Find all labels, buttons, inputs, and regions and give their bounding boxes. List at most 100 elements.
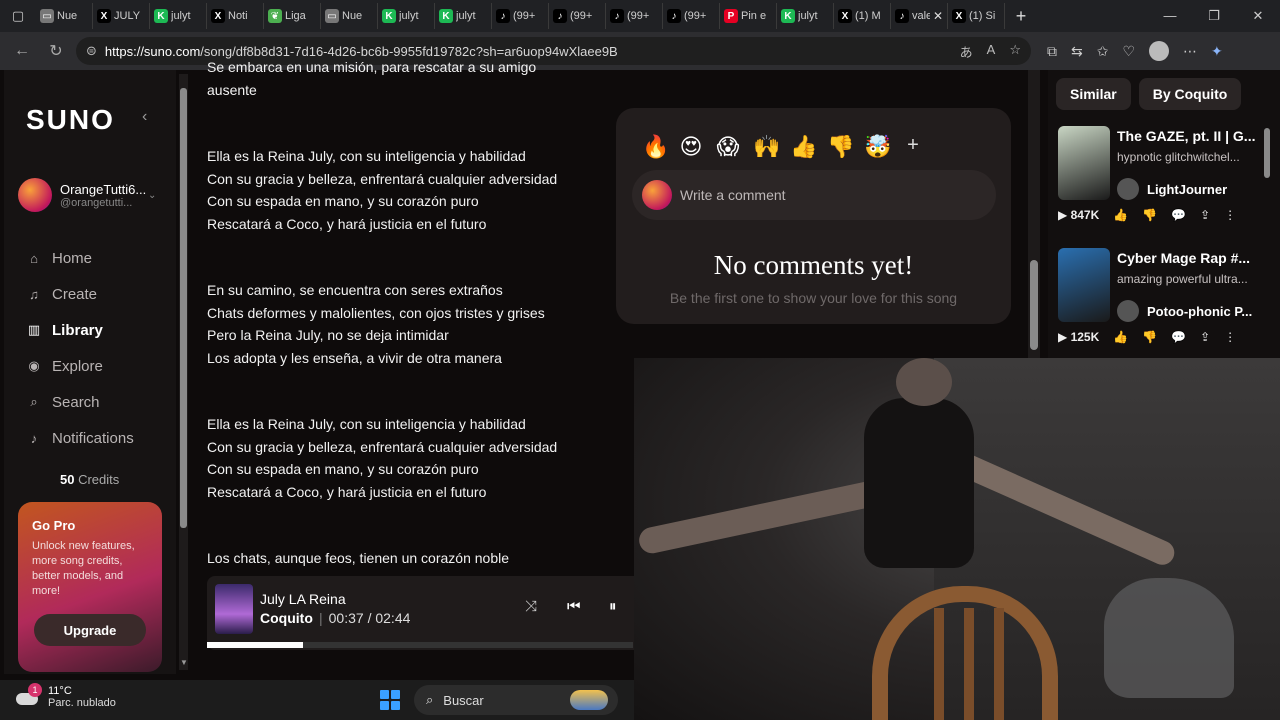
close-window-icon[interactable]: ✕ [1236, 8, 1280, 24]
comment-input[interactable]: Write a comment [632, 170, 996, 220]
collapse-sidebar-icon[interactable]: ‹ [142, 108, 147, 126]
browser-tab[interactable]: Kjulyt [435, 3, 492, 29]
user-profile[interactable]: OrangeTutti6... @orangetutti... [18, 178, 146, 212]
chevron-down-icon[interactable]: ⌄ [148, 190, 156, 201]
more-options-icon[interactable]: ⋮ [1224, 330, 1236, 344]
reaction-emoji-icon[interactable]: 🤯 [864, 134, 891, 160]
comment-icon[interactable]: 💬 [1171, 330, 1186, 344]
reaction-emoji-icon[interactable]: 👎 [827, 134, 854, 160]
browser-tab[interactable]: ♪valer✕ [891, 3, 948, 29]
related-song-author[interactable]: Potoo-phonic P... [1117, 300, 1252, 322]
tab-label: Liga [285, 10, 306, 22]
player-song-title[interactable]: July LA Reina [260, 591, 346, 607]
new-tab-button[interactable]: + [1005, 6, 1037, 27]
suno-logo[interactable]: SUNO [26, 104, 115, 136]
browser-tab[interactable]: P Pin e [720, 3, 777, 29]
doc-favicon-icon: ▭ [40, 9, 54, 23]
share-icon[interactable]: ⇪ [1200, 330, 1210, 344]
right-panel-scrollbar[interactable] [1264, 128, 1270, 178]
song-cover[interactable] [215, 584, 253, 634]
browser-tab[interactable]: ♪ (99+ [549, 3, 606, 29]
favorite-star-icon[interactable]: ☆ [1009, 42, 1021, 61]
back-icon[interactable]: ← [8, 37, 36, 65]
more-menu-icon[interactable]: ⋯ [1183, 43, 1197, 60]
progress-bar[interactable] [207, 642, 633, 648]
tab-actions-icon[interactable]: ▢ [0, 0, 36, 32]
tab-similar[interactable]: Similar [1056, 78, 1131, 110]
like-icon[interactable]: 👍 [1113, 330, 1128, 344]
browser-tab[interactable]: Kjulyt [777, 3, 834, 29]
reaction-emoji-icon[interactable]: 😱 [716, 134, 740, 160]
add-reaction-icon[interactable]: + [901, 134, 925, 160]
X-favicon-icon: X [952, 9, 966, 23]
pause-icon[interactable]: ⏸ [609, 598, 617, 615]
windows-start-icon[interactable] [380, 690, 400, 710]
comment-icon[interactable]: 💬 [1171, 208, 1186, 222]
upgrade-button[interactable]: Upgrade [34, 614, 146, 646]
browser-tab[interactable]: ♪ (99+ [606, 3, 663, 29]
split-screen-icon[interactable]: ⇆ [1071, 43, 1083, 60]
read-aloud-icon[interactable]: A [987, 42, 996, 61]
dislike-icon[interactable]: 👎 [1142, 330, 1157, 344]
reaction-emoji-icon[interactable]: 🔥 [642, 134, 669, 160]
share-icon[interactable]: ⇪ [1200, 208, 1210, 222]
play-icon[interactable]: ▶ 847K [1058, 208, 1099, 222]
browser-tab[interactable]: ❦ Liga [264, 3, 321, 29]
related-song-title[interactable]: The GAZE, pt. II | G... [1117, 128, 1277, 144]
song-thumbnail[interactable] [1058, 126, 1110, 200]
like-icon[interactable]: 👍 [1113, 208, 1128, 222]
browser-tab[interactable]: Kjulyt [150, 3, 207, 29]
sidebar-scrollbar[interactable] [179, 74, 188, 670]
shuffle-icon[interactable]: ⤨ [525, 598, 537, 615]
sidebar-item-library[interactable]: ▥ Library [26, 312, 134, 348]
dislike-icon[interactable]: 👎 [1142, 208, 1157, 222]
health-icon[interactable]: ♡ [1122, 43, 1135, 60]
sidebar-item-notifications[interactable]: ♪ Notifications [26, 420, 134, 456]
search-icon: ⌕ [30, 394, 38, 409]
browser-tab[interactable]: ♪ (99+ [663, 3, 720, 29]
avatar [1117, 178, 1139, 200]
related-song-title[interactable]: Cyber Mage Rap #... [1117, 250, 1277, 266]
search-icon: ⌕ [426, 692, 434, 707]
browser-tab[interactable]: X (1) M [834, 3, 891, 29]
browser-tab[interactable]: X JULY [93, 3, 150, 29]
tab-by-artist[interactable]: By Coquito [1138, 78, 1242, 110]
favorites-icon[interactable]: ✩ [1097, 43, 1109, 60]
song-thumbnail[interactable] [1058, 248, 1110, 322]
copilot-icon[interactable]: ✦ [1211, 43, 1223, 60]
more-options-icon[interactable]: ⋮ [1224, 208, 1236, 222]
reaction-emoji-icon[interactable]: 🙌 [753, 134, 780, 160]
weather-widget[interactable]: 1 11°C Parc. nublado [16, 683, 116, 709]
profile-avatar[interactable] [1149, 41, 1170, 61]
browser-tab[interactable]: ▭ Nue [321, 3, 378, 29]
extensions-icon[interactable]: ⧉ [1047, 43, 1057, 60]
site-info-icon[interactable]: ⊜ [86, 43, 97, 59]
browser-tab[interactable]: X (1) Si [948, 3, 1005, 29]
lyric-line: ausente [207, 81, 257, 98]
reaction-emoji-icon[interactable]: 😍 [679, 134, 703, 160]
scroll-down-arrow[interactable]: ▼ [180, 658, 188, 667]
reaction-emoji-icon[interactable]: 👍 [790, 134, 817, 160]
sidebar-item-explore[interactable]: ◉ Explore [26, 348, 134, 384]
related-songs-panel: Similar By Coquito The GAZE, pt. II | G.… [1048, 70, 1280, 358]
maximize-icon[interactable]: ❐ [1192, 8, 1236, 24]
sidebar-item-home[interactable]: ⌂ Home [26, 240, 134, 276]
tab-strip: ▭ Nue X JULY Kjulyt X Noti ❦ Liga ▭ Nue Kjulyt Kjuly… [36, 3, 1005, 29]
main-scrollbar[interactable] [1028, 70, 1040, 358]
minimize-icon[interactable]: — [1148, 8, 1192, 24]
related-song-author[interactable]: LightJourner [1117, 178, 1227, 200]
sidebar-item-search[interactable]: ⌕ Search [26, 384, 134, 420]
close-tab-icon[interactable]: ✕ [933, 9, 943, 23]
browser-tab[interactable]: Kjulyt [378, 3, 435, 29]
player-artist[interactable]: Coquito [260, 610, 313, 626]
previous-icon[interactable]: ⏮ [567, 598, 581, 615]
browser-tab[interactable]: X Noti [207, 3, 264, 29]
taskbar-search[interactable]: ⌕ Buscar [414, 685, 618, 715]
sidebar-item-create[interactable]: ♫ Create [26, 276, 134, 312]
browser-tab[interactable]: ▭ Nue [36, 3, 93, 29]
reload-icon[interactable]: ↻ [42, 37, 70, 65]
play-icon[interactable]: ▶ 125K [1058, 330, 1099, 344]
lyric-line: Chats deformes y malolientes, con ojos t… [207, 304, 545, 321]
translate-icon[interactable]: あ [960, 42, 973, 61]
browser-tab[interactable]: ♪ (99+ [492, 3, 549, 29]
